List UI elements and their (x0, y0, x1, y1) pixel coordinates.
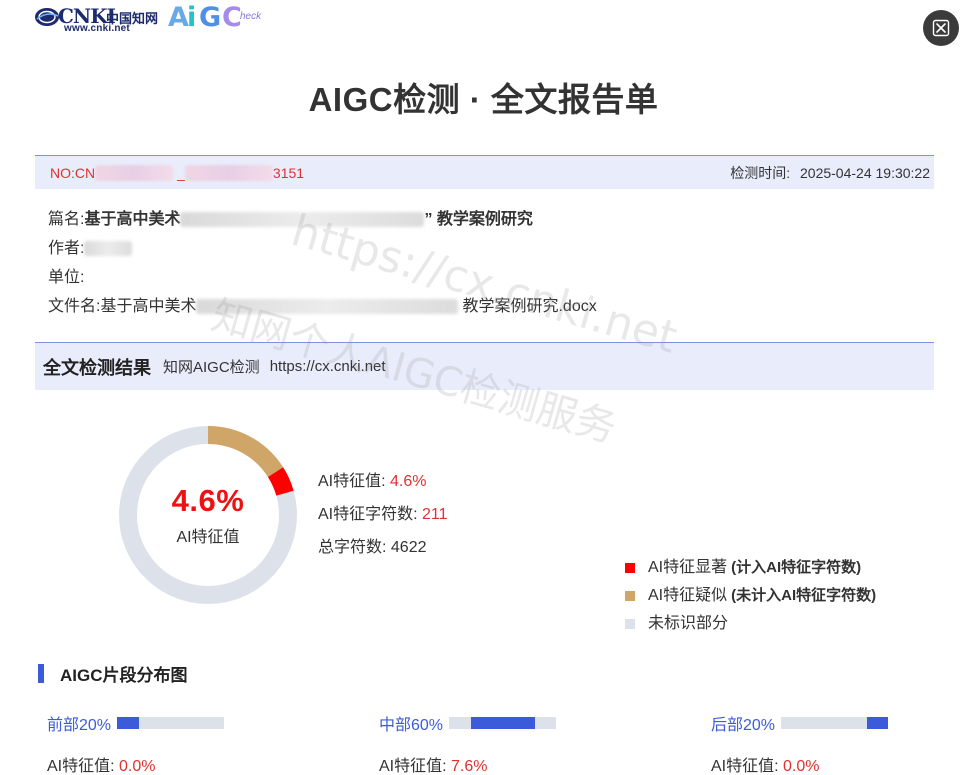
aigc-logo-letter-g: G (199, 2, 222, 33)
globe-icon (35, 8, 59, 26)
redacted-block (84, 241, 133, 256)
stat-total-chars: 总字符数: 4622 (318, 531, 448, 564)
stat-total-chars-label: 总字符数: (318, 539, 387, 556)
aigc-logo-letter-c: C (222, 2, 242, 33)
meta-unit-label: 单位: (48, 269, 85, 286)
redacted-block (95, 164, 174, 181)
check-time: 检测时间: 2025-04-24 19:30:22 (730, 163, 930, 183)
legend-swatch-significant (625, 563, 635, 573)
stat-ai-chars-number: 211 (422, 506, 448, 523)
header-logos: CNKI 中国知网 www.cnki.net A i G C heck (34, 2, 268, 34)
meta-author-label: 作者: (48, 240, 85, 257)
legend-label-unmarked: 未标识部分 (648, 615, 729, 632)
segment-back-marker (867, 717, 889, 729)
segment-middle-label: 中部60% (379, 717, 444, 734)
report-number-separator: _ (177, 164, 185, 181)
segment-front-value: AI特征值: 0.0% (47, 752, 224, 775)
distribution-title: AIGC片段分布图 (38, 662, 188, 685)
legend-item-significant: AI特征显著 (计入AI特征字符数) (625, 554, 876, 582)
meta-file-row: 文件名: 基于高中美术 教学案例研究.docx (48, 292, 597, 321)
stat-ai-chars: AI特征字符数: 211 (318, 498, 448, 531)
segment-front-track (117, 717, 225, 729)
donut-label: AI特征值 (176, 529, 240, 546)
meta-author-row: 作者: (48, 234, 597, 263)
cnki-logo: CNKI 中国知网 www.cnki.net (34, 4, 162, 34)
segment-back-value-label: AI特征值: (711, 758, 779, 775)
segment-back-value: AI特征值: 0.0% (711, 752, 888, 775)
segment-front-label: 前部20% (47, 717, 112, 734)
distribution-title-text: AIGC片段分布图 (60, 665, 188, 685)
segment-front-marker (117, 717, 140, 729)
redacted-block (180, 212, 425, 227)
meta-title-end: ” 教学案例研究 (424, 211, 533, 228)
legend-note-significant: (计入AI特征字符数) (731, 559, 862, 576)
stat-ai-value: AI特征值: 4.6% (318, 465, 448, 498)
check-time-value: 2025-04-24 19:30:22 (800, 164, 930, 181)
segment-middle-value: AI特征值: 7.6% (379, 752, 556, 775)
report-number-prefix: NO:CN (50, 164, 96, 181)
legend-note-suspected: (未计入AI特征字符数) (731, 587, 877, 604)
segment-middle-value-number: 7.6% (451, 758, 488, 775)
stat-ai-chars-label: AI特征字符数: (318, 506, 418, 523)
stat-ai-value-number: 4.6% (390, 473, 427, 490)
segment-back-value-number: 0.0% (783, 758, 820, 775)
segment-back-track (781, 717, 889, 729)
legend-swatch-suspected (625, 591, 635, 601)
legend-label-significant: AI特征显著 (648, 559, 728, 576)
aigc-logo-check-text: heck (240, 11, 262, 22)
segment-back: 后部20% AI特征值: 0.0% (711, 712, 889, 775)
meta-title-start: 基于高中美术 (84, 211, 181, 228)
segment-front: 前部20% AI特征值: 0.0% (47, 712, 225, 775)
segment-back-label: 后部20% (711, 717, 776, 734)
donut-percent: 4.6% (171, 483, 245, 518)
redacted-block (196, 299, 459, 314)
meta-file-end: 教学案例研究.docx (462, 298, 597, 315)
result-stats: AI特征值: 4.6% AI特征字符数: 211 总字符数: 4622 (318, 465, 448, 564)
segment-middle-marker (471, 717, 536, 729)
segment-front-value-label: AI特征值: (47, 758, 115, 775)
result-section-header: 全文检测结果 知网AIGC检测 https://cx.cnki.net (35, 342, 934, 390)
aigc-logo-letter-i: i (187, 2, 197, 33)
aigc-logo-letter-a: A (168, 2, 189, 33)
segment-front-value-number: 0.0% (119, 758, 156, 775)
report-number: NO:CN _ 3151 (50, 164, 305, 181)
meta-title-row: 篇名: 基于高中美术 ” 教学案例研究 (48, 205, 597, 234)
segment-middle-value-label: AI特征值: (379, 758, 447, 775)
report-info-bar: NO:CN _ 3151 检测时间: 2025-04-24 19:30:22 (35, 155, 934, 189)
legend-item-suspected: AI特征疑似 (未计入AI特征字符数) (625, 582, 876, 610)
result-section-url: https://cx.cnki.net (269, 358, 386, 375)
cnki-url: www.cnki.net (64, 23, 130, 34)
meta-file-label: 文件名: (48, 298, 101, 315)
result-section-source: 知网AIGC检测 (163, 359, 260, 376)
report-title: AIGC检测 · 全文报告单 (308, 81, 659, 118)
legend-label-suspected: AI特征疑似 (648, 587, 728, 604)
legend-swatch-unmarked (625, 619, 635, 629)
report-number-suffix: 3151 (272, 164, 305, 181)
close-icon (932, 19, 950, 37)
check-time-label: 检测时间: (730, 164, 791, 181)
legend-item-unmarked: 未标识部分 (625, 610, 876, 638)
redacted-block (184, 164, 273, 181)
exit-fullscreen-button[interactable] (923, 10, 959, 46)
meta-unit-row: 单位: (48, 263, 597, 292)
document-meta: 篇名: 基于高中美术 ” 教学案例研究 作者: 单位: 文件名: 基于高中美术 … (48, 205, 597, 321)
aigc-check-logo: A i G C heck (168, 2, 268, 34)
donut-legend: AI特征显著 (计入AI特征字符数) AI特征疑似 (未计入AI特征字符数) 未… (625, 554, 876, 638)
donut-center: 4.6% AI特征值 (118, 425, 298, 605)
stat-total-chars-number: 4622 (390, 539, 427, 556)
meta-file-start: 基于高中美术 (100, 298, 197, 315)
result-section-heading: 全文检测结果 (43, 357, 151, 378)
meta-title-label: 篇名: (48, 211, 85, 228)
segment-middle-track (449, 717, 557, 729)
distribution-title-accent (38, 663, 44, 683)
segment-middle: 中部60% AI特征值: 7.6% (379, 712, 557, 775)
stat-ai-value-label: AI特征值: (318, 473, 386, 490)
